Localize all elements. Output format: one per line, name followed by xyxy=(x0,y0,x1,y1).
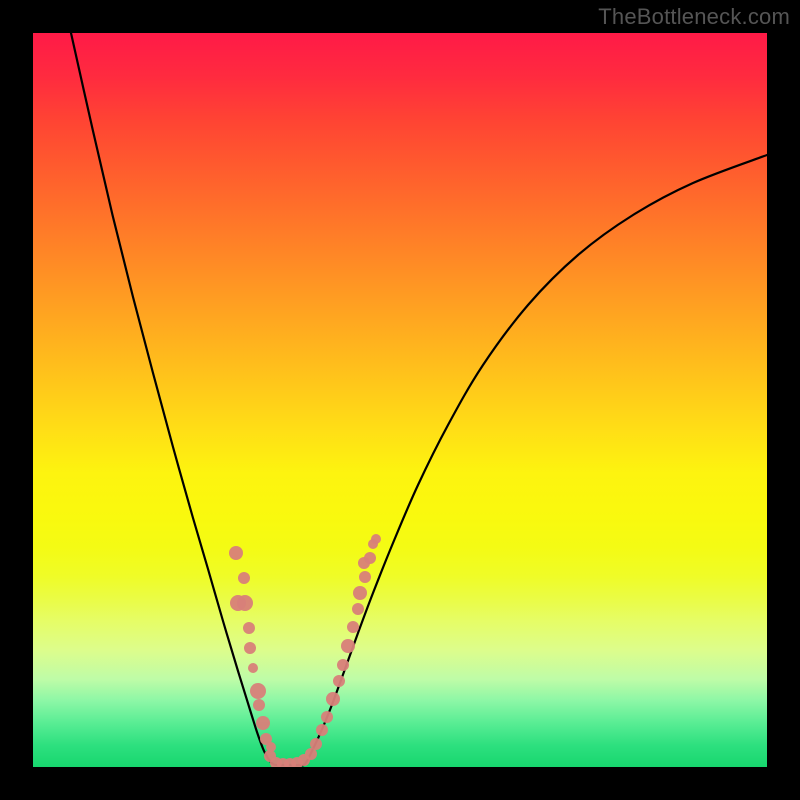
bottleneck-curve-svg xyxy=(33,33,767,767)
highlight-dot xyxy=(364,552,376,564)
highlight-dot xyxy=(347,621,359,633)
highlight-dot xyxy=(326,692,340,706)
highlight-dot xyxy=(359,571,371,583)
highlight-dot xyxy=(243,622,255,634)
highlight-dot xyxy=(310,738,322,750)
highlight-dot xyxy=(253,699,265,711)
highlight-dot xyxy=(229,546,243,560)
highlight-dot xyxy=(321,711,333,723)
watermark-text: TheBottleneck.com xyxy=(598,4,790,30)
highlight-dot xyxy=(316,724,328,736)
highlight-dot xyxy=(353,586,367,600)
highlight-dot xyxy=(250,683,266,699)
highlight-dot xyxy=(248,663,258,673)
highlight-dot xyxy=(341,639,355,653)
highlight-dot xyxy=(333,675,345,687)
highlight-dot xyxy=(337,659,349,671)
highlight-dot xyxy=(256,716,270,730)
highlight-dot xyxy=(244,642,256,654)
highlight-dot xyxy=(238,572,250,584)
highlight-dot xyxy=(237,595,253,611)
curve-path xyxy=(71,33,767,765)
chart-plot-area xyxy=(33,33,767,767)
highlight-dot xyxy=(352,603,364,615)
highlight-dot xyxy=(371,534,381,544)
highlight-dots-group xyxy=(229,534,381,767)
